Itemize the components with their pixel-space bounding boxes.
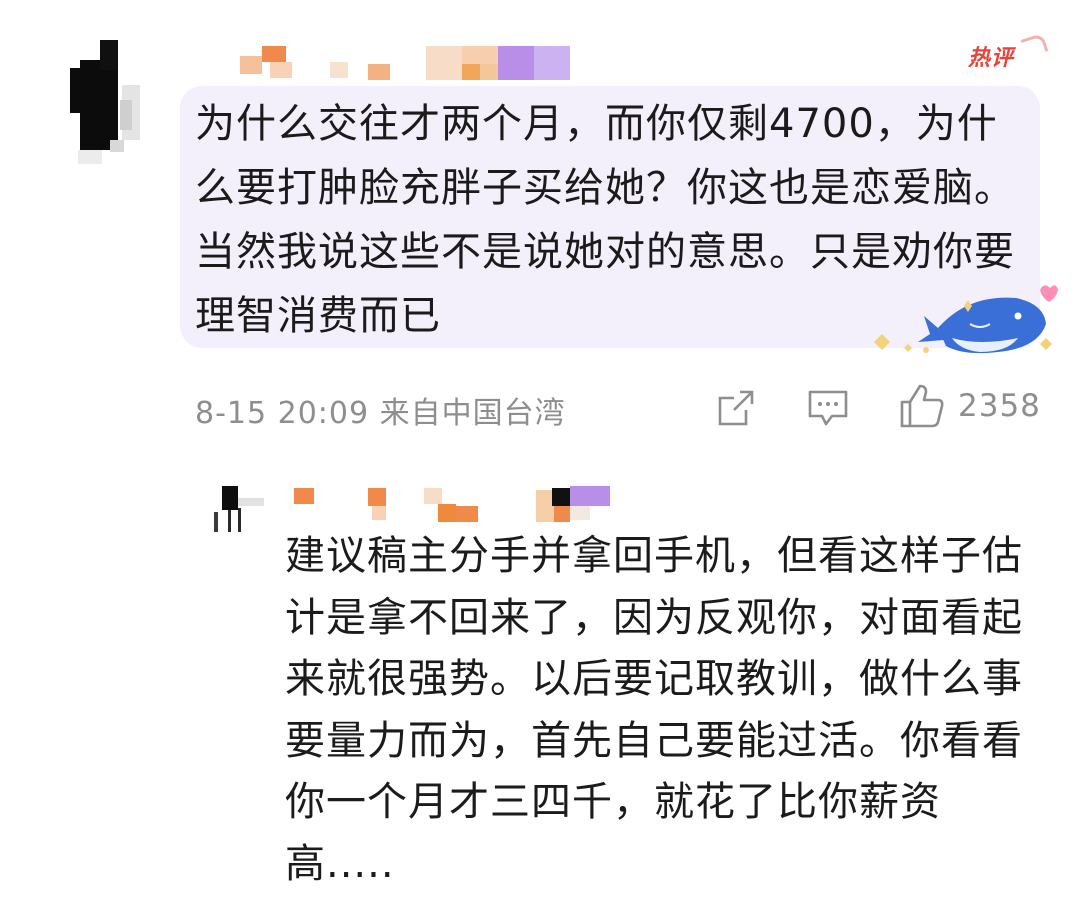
comment-icon[interactable] bbox=[806, 388, 850, 428]
like-count: 2358 bbox=[958, 388, 1041, 424]
avatar[interactable] bbox=[70, 40, 170, 164]
badge-wing-icon bbox=[1020, 32, 1049, 59]
username-pixelated[interactable] bbox=[240, 46, 600, 80]
share-icon[interactable] bbox=[716, 388, 756, 428]
reply-username-pixelated[interactable] bbox=[290, 486, 650, 524]
reply-avatar[interactable] bbox=[208, 482, 268, 542]
reply-text: 建议稿主分手并拿回手机，但看这样子估计是拿不回来了，因为反观你，对面看起来就很强… bbox=[285, 533, 1023, 887]
comment-meta: 8-15 20:09 来自中国台湾 bbox=[195, 396, 566, 431]
thumbs-up-icon[interactable] bbox=[898, 382, 946, 430]
hot-comment-badge: 热评 bbox=[968, 32, 1049, 74]
whale-sticker-icon bbox=[874, 285, 1058, 354]
